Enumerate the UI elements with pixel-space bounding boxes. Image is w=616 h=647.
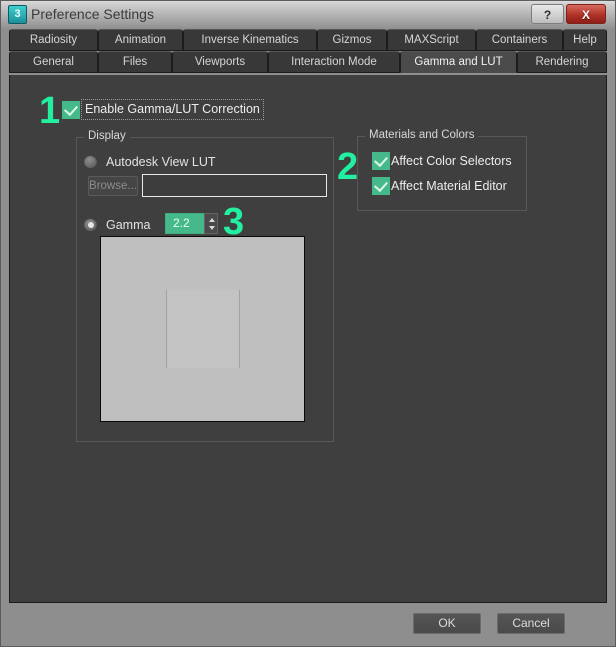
annotation-3: 3 — [223, 201, 245, 243]
tab-files[interactable]: Files — [98, 51, 172, 73]
title-bar: 3 Preference Settings ? X — [0, 0, 616, 28]
help-button[interactable]: ? — [531, 4, 564, 24]
gamma-radio-row[interactable]: Gamma — [84, 216, 150, 234]
autodesk-view-lut-radio[interactable] — [84, 155, 97, 169]
gamma-preview-gray-patch — [166, 290, 239, 368]
tab-bar: Radiosity Animation Inverse Kinematics G… — [9, 29, 607, 75]
enable-gamma-lut-row[interactable]: Enable Gamma/LUT Correction — [62, 99, 264, 121]
autodesk-view-lut-label: Autodesk View LUT — [106, 154, 216, 169]
close-button[interactable]: X — [566, 4, 606, 24]
materials-and-colors-group: Materials and Colors — [357, 129, 527, 211]
materials-group-title: Materials and Colors — [365, 129, 479, 141]
gamma-calibration-preview — [100, 236, 305, 422]
window-title: Preference Settings — [31, 6, 154, 22]
affect-color-selectors-row[interactable]: Affect Color Selectors — [372, 152, 512, 172]
gamma-label: Gamma — [106, 217, 151, 232]
preference-settings-window: 3 Preference Settings ? X Radiosity Anim… — [0, 0, 616, 647]
cancel-button[interactable]: Cancel — [497, 613, 565, 634]
affect-color-selectors-label: Affect Color Selectors — [391, 154, 512, 168]
gamma-spinner-buttons[interactable] — [204, 213, 218, 234]
tab-rendering[interactable]: Rendering — [517, 51, 607, 73]
max-3-icon: 3 — [8, 5, 27, 24]
enable-gamma-lut-label: Enable Gamma/LUT Correction — [81, 99, 264, 120]
gamma-radio[interactable] — [84, 218, 97, 232]
annotation-2: 2 — [337, 146, 359, 188]
tab-help[interactable]: Help — [563, 29, 607, 51]
tab-maxscript[interactable]: MAXScript — [387, 29, 476, 51]
lut-path-input[interactable] — [142, 174, 327, 197]
ok-button[interactable]: OK — [413, 613, 481, 634]
tab-interaction-mode[interactable]: Interaction Mode — [268, 51, 400, 73]
tab-inverse-kinematics[interactable]: Inverse Kinematics — [183, 29, 317, 51]
affect-material-editor-checkbox[interactable] — [372, 177, 390, 195]
browse-button[interactable]: Browse... — [88, 176, 138, 196]
spinner-up-icon[interactable] — [209, 218, 215, 222]
check-icon — [374, 152, 388, 168]
check-icon — [64, 101, 78, 116]
annotation-1: 1 — [39, 90, 61, 132]
tab-row-2: General Files Viewports Interaction Mode… — [9, 51, 607, 73]
tab-containers[interactable]: Containers — [476, 29, 563, 51]
autodesk-view-lut-radio-row[interactable]: Autodesk View LUT — [84, 153, 216, 171]
enable-gamma-lut-checkbox[interactable] — [62, 100, 80, 119]
affect-material-editor-label: Affect Material Editor — [391, 179, 507, 193]
tab-radiosity[interactable]: Radiosity — [9, 29, 98, 51]
display-group-title: Display — [84, 130, 130, 142]
tab-gizmos[interactable]: Gizmos — [317, 29, 387, 51]
spinner-down-icon[interactable] — [209, 226, 215, 230]
tab-row-1: Radiosity Animation Inverse Kinematics G… — [9, 29, 607, 51]
check-icon — [374, 177, 388, 193]
tab-animation[interactable]: Animation — [98, 29, 183, 51]
tab-viewports[interactable]: Viewports — [172, 51, 268, 73]
affect-material-editor-row[interactable]: Affect Material Editor — [372, 177, 507, 197]
affect-color-selectors-checkbox[interactable] — [372, 152, 390, 170]
tab-gamma-and-lut[interactable]: Gamma and LUT — [400, 51, 517, 73]
tab-general[interactable]: General — [9, 51, 98, 73]
